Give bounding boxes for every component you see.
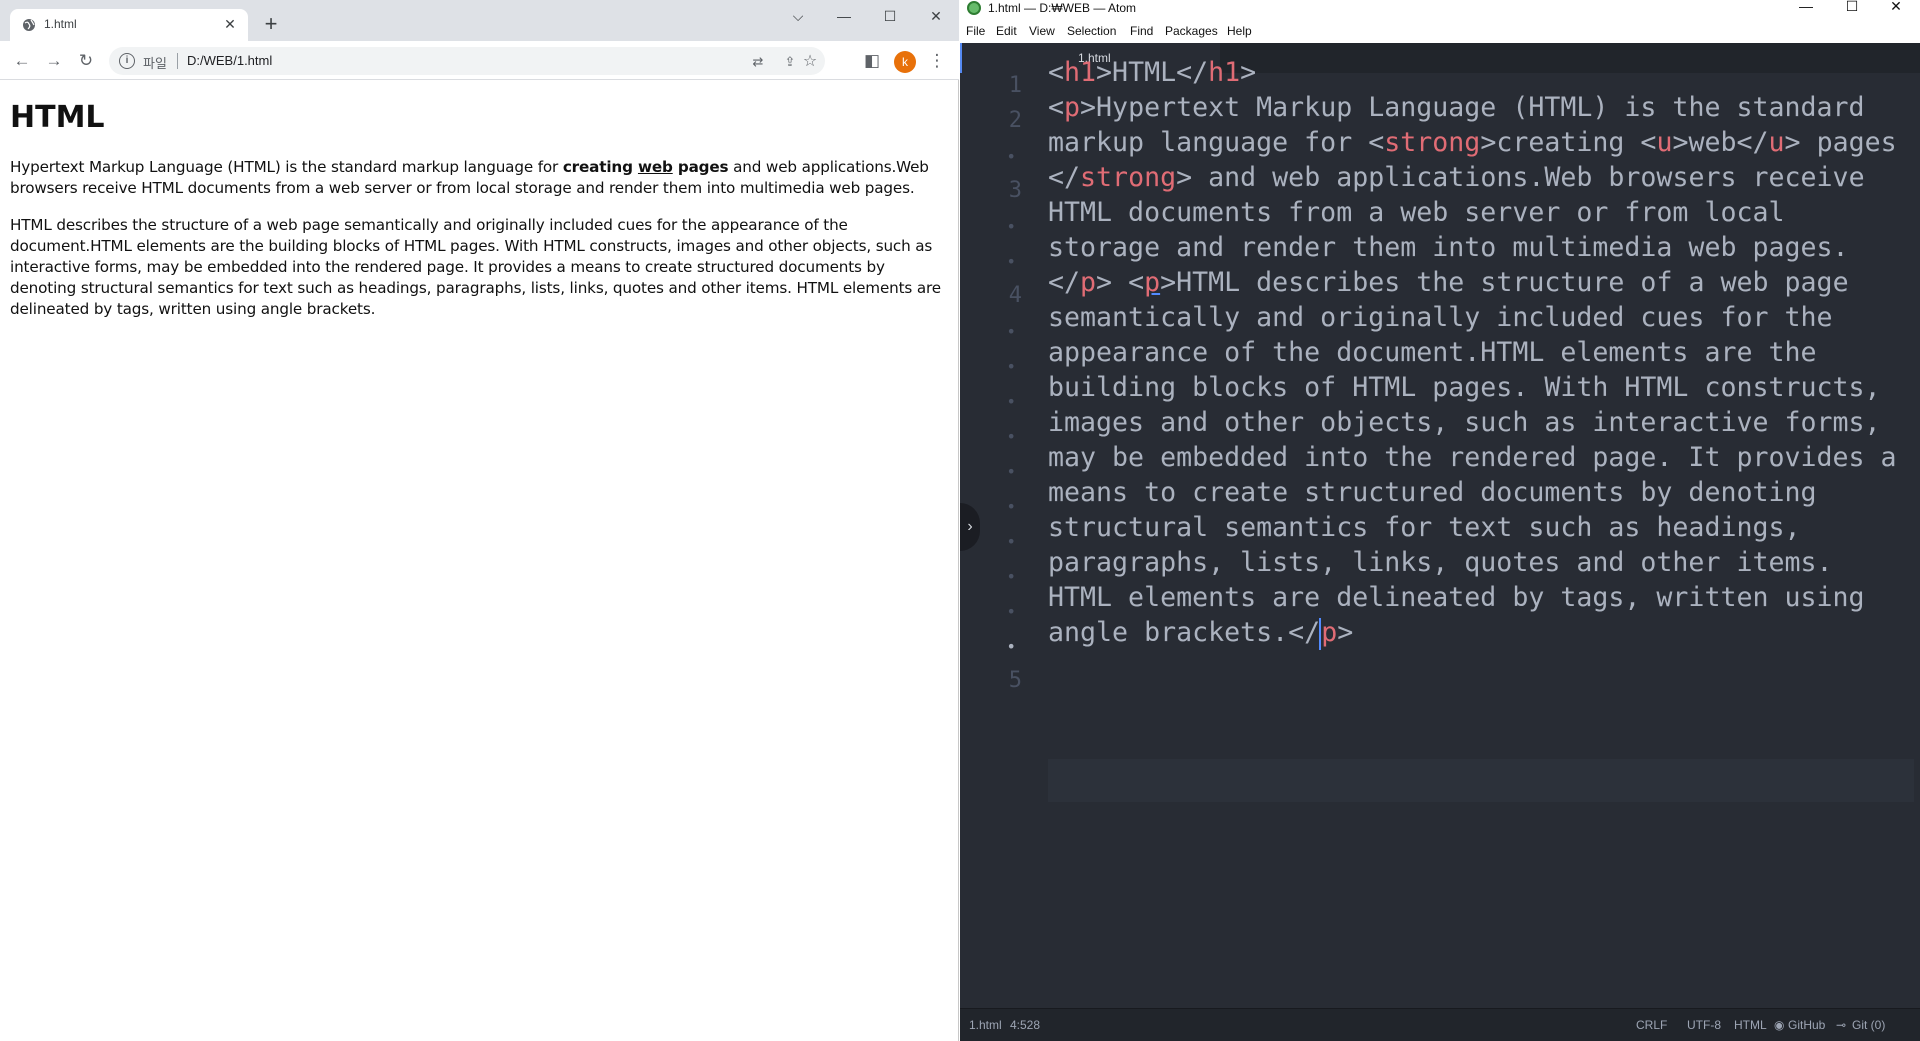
translate-icon[interactable]: ⇄ [749, 53, 767, 71]
atom-menubar: File Edit View Selection Find Packages H… [960, 17, 1920, 43]
menu-file[interactable]: File [966, 24, 985, 38]
status-grammar[interactable]: HTML [1734, 1018, 1767, 1032]
close-button[interactable]: ✕ [914, 2, 958, 30]
menu-packages[interactable]: Packages [1165, 24, 1218, 38]
line-number: 1 [1008, 73, 1022, 98]
menu-selection[interactable]: Selection [1067, 24, 1116, 38]
underlined-text: web [637, 158, 673, 176]
bookmark-star-icon[interactable]: ☆ [801, 53, 819, 71]
wrap-marker: • [1006, 392, 1016, 411]
minimize-button[interactable]: — [822, 2, 866, 30]
divider [177, 53, 178, 69]
menu-edit[interactable]: Edit [996, 24, 1017, 38]
wrap-marker: • [1006, 637, 1016, 656]
line-number: 2 [1008, 108, 1022, 133]
chrome-tabstrip: 1.html ✕ + ⌵ — ☐ ✕ [0, 0, 959, 41]
tab-title: 1.html [44, 17, 77, 31]
window-title: 1.html — D:₩WEB — Atom [988, 1, 1137, 15]
atom-logo-icon [967, 1, 981, 15]
forward-icon[interactable]: → [42, 49, 66, 73]
line-number: 5 [1008, 668, 1022, 693]
line-number: 4 [1008, 283, 1022, 308]
page-heading: HTML [10, 100, 105, 135]
status-file-name[interactable]: 1.html [969, 1018, 1002, 1032]
scheme-label: 파일 [143, 56, 167, 71]
reload-icon[interactable]: ↻ [74, 49, 98, 73]
wrap-marker: • [1006, 322, 1016, 341]
wrap-marker: • [1006, 567, 1016, 586]
rendered-page: HTML Hypertext Markup Language (HTML) is… [0, 80, 958, 1041]
wrap-marker: • [1006, 357, 1016, 376]
line-number: 3 [1008, 178, 1022, 203]
code-editor[interactable]: <h1>HTML</h1> <p>Hypertext Markup Langua… [1048, 57, 1920, 1008]
paragraph-2: HTML describes the structure of a web pa… [10, 216, 941, 318]
code-line: angle brackets.</p> [1048, 617, 1354, 650]
git-icon[interactable]: ⊸ [1836, 1018, 1846, 1032]
atom-minimize-button[interactable]: — [1786, 0, 1826, 16]
globe-icon [23, 19, 35, 31]
wrap-marker: • [1006, 252, 1016, 271]
menu-find[interactable]: Find [1130, 24, 1153, 38]
atom-window: 1.html — D:₩WEB — Atom — ☐ ✕ File Edit V… [960, 0, 1920, 1041]
atom-close-button[interactable]: ✕ [1876, 0, 1916, 16]
url-text[interactable]: D:/WEB/1.html [187, 53, 272, 68]
address-bar[interactable]: i 파일 D:/WEB/1.html ⇄ ⇪ ☆ [109, 47, 825, 75]
side-panel-icon[interactable]: ◧ [860, 49, 884, 73]
back-icon[interactable]: ← [10, 49, 34, 73]
browser-tab[interactable]: 1.html ✕ [10, 9, 248, 41]
status-line-ending[interactable]: CRLF [1636, 1018, 1667, 1032]
kebab-menu-icon[interactable]: ⋮ [925, 49, 949, 73]
wrap-marker: • [1006, 147, 1016, 166]
strong-text: creating web pages [562, 158, 729, 176]
chrome-window: 1.html ✕ + ⌵ — ☐ ✕ ← → ↻ i 파일 D:/WEB/1.h… [0, 0, 959, 1041]
github-icon[interactable]: ◉ [1774, 1018, 1784, 1032]
tab-close-icon[interactable]: ✕ [222, 16, 238, 32]
wrap-marker: • [1006, 462, 1016, 481]
maximize-button[interactable]: ☐ [868, 2, 912, 30]
status-github[interactable]: GitHub [1788, 1018, 1825, 1032]
status-cursor-position[interactable]: 4:528 [1010, 1018, 1040, 1032]
paragraph-1: Hypertext Markup Language (HTML) is the … [10, 158, 929, 197]
wrap-marker: • [1006, 602, 1016, 621]
atom-titlebar: 1.html — D:₩WEB — Atom — ☐ ✕ [960, 0, 1920, 17]
status-git[interactable]: Git (0) [1852, 1018, 1885, 1032]
new-tab-button[interactable]: + [259, 13, 283, 37]
wrap-marker: • [1006, 427, 1016, 446]
status-bar: 1.html 4:528 CRLF UTF-8 HTML ◉ GitHub ⊸ … [960, 1008, 1920, 1041]
tab-search-icon[interactable]: ⌵ [776, 2, 820, 30]
menu-help[interactable]: Help [1227, 24, 1252, 38]
chrome-toolbar: ← → ↻ i 파일 D:/WEB/1.html ⇄ ⇪ ☆ ◧ k ⋮ [0, 41, 959, 80]
menu-view[interactable]: View [1029, 24, 1055, 38]
profile-avatar[interactable]: k [894, 51, 916, 73]
info-icon[interactable]: i [119, 53, 135, 69]
atom-maximize-button[interactable]: ☐ [1832, 0, 1872, 16]
status-encoding[interactable]: UTF-8 [1687, 1018, 1721, 1032]
wrap-marker: • [1006, 217, 1016, 236]
share-icon[interactable]: ⇪ [781, 53, 799, 71]
cursor-line-highlight [1048, 759, 1914, 802]
